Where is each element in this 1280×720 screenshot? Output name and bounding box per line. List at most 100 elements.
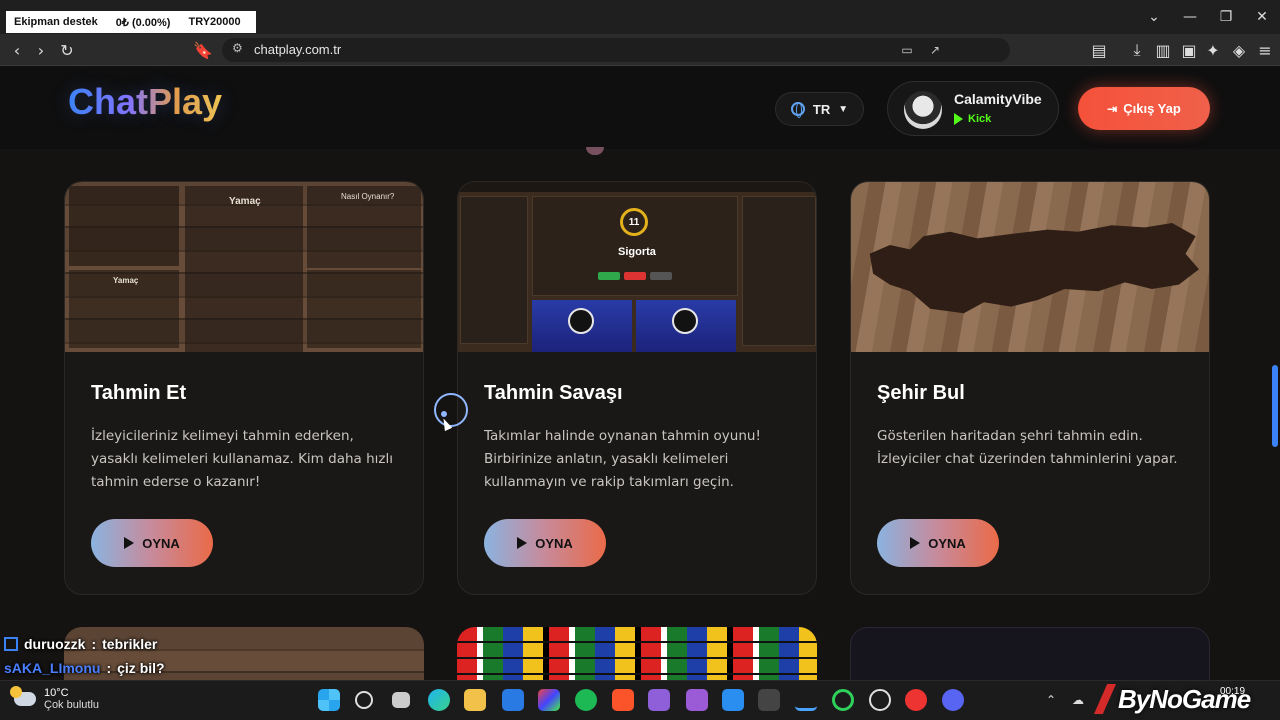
- edge-icon[interactable]: [428, 689, 450, 711]
- weather-text: 10°C Çok bulutlu: [44, 687, 99, 711]
- sidebar-icon[interactable]: ▥: [1152, 39, 1174, 61]
- play-icon: [910, 537, 921, 549]
- thumb-panel: [742, 196, 816, 346]
- browser-toolbar: ‹ › ↻ 🔖 ⚙ chatplay.com.tr ▭ ↗ 2 ▤ ⤓ ▥ ▣ …: [0, 34, 1280, 94]
- thumb-panel: Yamaç: [69, 270, 179, 348]
- vpn-icon[interactable]: ◈: [1228, 39, 1250, 61]
- obs-taskbar-icon[interactable]: [869, 689, 891, 711]
- store-icon[interactable]: [502, 689, 524, 711]
- share-icon[interactable]: ↗: [926, 41, 944, 59]
- url-text[interactable]: chatplay.com.tr: [254, 42, 341, 57]
- logout-label: Çıkış Yap: [1123, 101, 1181, 116]
- close-button[interactable]: ✕: [1244, 6, 1280, 28]
- game-card-tahmin-savasi: 11 Sigorta Tahmin Savaşı Takımlar halind…: [457, 181, 817, 595]
- task-view-icon[interactable]: [392, 692, 410, 708]
- game-card-partial[interactable]: [457, 627, 817, 680]
- start-icon[interactable]: [318, 689, 340, 711]
- card-title: Tahmin Et: [91, 382, 187, 404]
- minimize-button[interactable]: —: [1172, 6, 1208, 28]
- monitor-icon[interactable]: [905, 689, 927, 711]
- play-button[interactable]: OYNA: [877, 519, 999, 567]
- spotify-icon[interactable]: [575, 689, 597, 711]
- leo-ai-icon[interactable]: ✦: [1202, 39, 1224, 61]
- copilot-icon[interactable]: [538, 689, 560, 711]
- chat-text: çiz bil?: [117, 660, 165, 676]
- donation-goal: TRY20000: [188, 16, 241, 28]
- logout-button[interactable]: ⇥ Çıkış Yap: [1078, 87, 1210, 130]
- bookmark-icon[interactable]: 🔖: [192, 39, 214, 61]
- page-scrollbar[interactable]: [1272, 365, 1278, 447]
- site-header: ChatPlay TR ▼ CalamityVibe Kick ⇥ Çıkış …: [0, 67, 1280, 149]
- search-icon[interactable]: [355, 691, 373, 709]
- language-selector[interactable]: TR ▼: [775, 92, 864, 126]
- play-button[interactable]: OYNA: [484, 519, 606, 567]
- vscode-icon[interactable]: [722, 689, 744, 711]
- arc-icon[interactable]: [795, 689, 817, 711]
- thumb-panel: Yamaç: [185, 186, 303, 352]
- reload-icon[interactable]: ↻: [56, 39, 78, 61]
- menu-icon[interactable]: ≡: [1254, 39, 1276, 61]
- reader-mode-icon[interactable]: ▤: [1088, 39, 1110, 61]
- user-profile[interactable]: CalamityVibe Kick: [887, 81, 1059, 136]
- game-thumbnail[interactable]: Yamaç Nasıl Oynanır? Yamaç: [65, 182, 423, 352]
- thumb-topbar: [458, 182, 816, 192]
- play-label: OYNA: [928, 535, 966, 551]
- app-icon[interactable]: [832, 689, 854, 711]
- weather-widget[interactable]: 10°C Çok bulutlu: [10, 686, 99, 711]
- onedrive-icon[interactable]: ☁: [1072, 693, 1084, 707]
- play-label: OYNA: [142, 535, 180, 551]
- thumb-panel: Nasıl Oynanır?: [307, 186, 421, 268]
- thumb-video: [636, 300, 736, 352]
- donation-overlay: Ekipman destek 0₺ (0.00%) TRY20000: [6, 11, 256, 33]
- game-thumbnail[interactable]: [851, 182, 1209, 352]
- site-info-icon[interactable]: ⚙: [232, 41, 243, 55]
- unity-icon[interactable]: [758, 689, 780, 711]
- back-icon[interactable]: ‹: [6, 39, 28, 61]
- game-card-partial[interactable]: [850, 627, 1210, 680]
- globe-icon: [790, 102, 805, 118]
- thumb-panel: [69, 186, 179, 266]
- card-description: Takımlar halinde oynanan tahmin oyunu! B…: [484, 428, 761, 490]
- tab-list-icon[interactable]: ⌄: [1136, 6, 1172, 28]
- donation-amount: 0₺ (0.00%): [115, 16, 171, 29]
- chevron-down-icon: ▼: [838, 103, 849, 115]
- brave-taskbar-icon[interactable]: [612, 689, 634, 711]
- chat-separator: :: [106, 660, 112, 676]
- thumb-timer: 11: [620, 208, 648, 236]
- address-field[interactable]: ⚙ chatplay.com.tr ▭ ↗: [222, 38, 1010, 62]
- forward-icon[interactable]: ›: [30, 39, 52, 61]
- chevron-up-icon[interactable]: ⌃: [1046, 693, 1056, 707]
- play-button[interactable]: OYNA: [91, 519, 213, 567]
- maximize-button[interactable]: ❐: [1208, 6, 1244, 28]
- visual-studio-icon[interactable]: [648, 689, 670, 711]
- chat-message: duruozzk : tebrikler: [4, 632, 165, 656]
- discord-icon[interactable]: [942, 689, 964, 711]
- thumb-word: Yamaç: [229, 196, 261, 207]
- thumb-panel: [460, 196, 528, 344]
- thumb-video: [532, 300, 632, 352]
- card-description: İzleyicileriniz kelimeyi tahmin ederken,…: [91, 428, 393, 490]
- weather-desc: Çok bulutlu: [44, 699, 100, 711]
- cast-icon[interactable]: ▭: [898, 41, 916, 59]
- chat-user: sAKA_LImonu: [4, 660, 101, 676]
- file-explorer-icon[interactable]: [464, 689, 486, 711]
- visual-studio-2-icon[interactable]: [686, 689, 708, 711]
- chat-user: duruozzk: [24, 636, 86, 652]
- username: CalamityVibe: [954, 91, 1042, 107]
- thumb-button: [650, 272, 672, 280]
- chat-message: sAKA_LImonu : çiz bil?: [4, 656, 165, 680]
- windows-taskbar: 10°C Çok bulutlu ⌃ ☁: [0, 680, 1280, 720]
- thumb-panel: [307, 270, 421, 348]
- chatplay-logo[interactable]: ChatPlay: [68, 81, 222, 123]
- clock[interactable]: 00:19: [1220, 686, 1245, 697]
- game-card-sehir-bul: Şehir Bul Gösterilen haritadan şehri tah…: [850, 181, 1210, 595]
- thumb-panel-title: Nasıl Oynanır?: [341, 192, 395, 201]
- game-thumbnail[interactable]: 11 Sigorta: [458, 182, 816, 352]
- card-title: Şehir Bul: [877, 382, 965, 404]
- browser-titlebar: Ekipman destek 0₺ (0.00%) TRY20000 ⌄ — ❐…: [0, 0, 1280, 34]
- avatar: [904, 91, 942, 129]
- weather-cloud-icon: [10, 686, 36, 706]
- downloads-icon[interactable]: ⤓: [1126, 39, 1148, 61]
- card-description: Gösterilen haritadan şehri tahmin edin. …: [877, 428, 1178, 467]
- wallet-icon[interactable]: ▣: [1178, 39, 1200, 61]
